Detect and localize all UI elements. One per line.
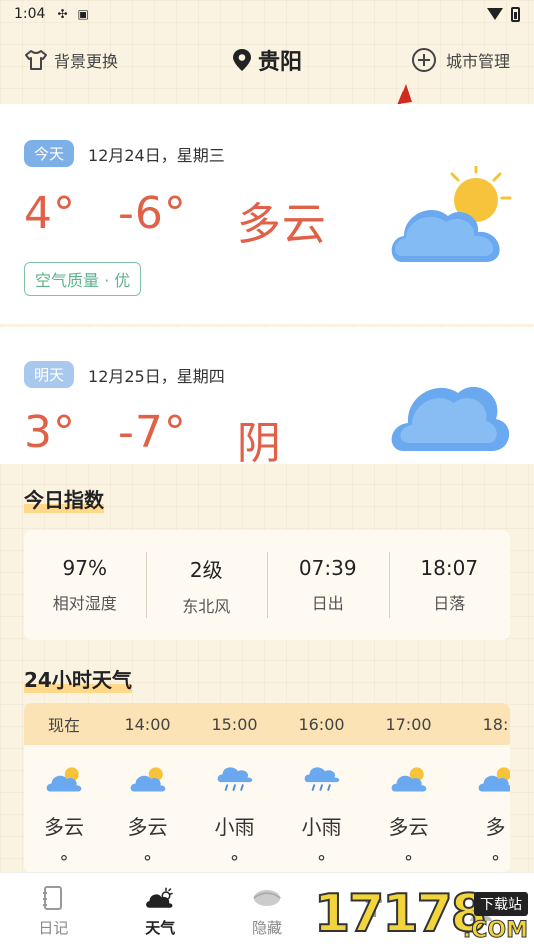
city-manage-label: 城市管理 bbox=[445, 52, 510, 71]
tomorrow-low-temp: -7° bbox=[118, 407, 187, 458]
hour-time: 17:00 bbox=[385, 714, 432, 734]
partly-cloudy-icon bbox=[391, 767, 426, 792]
today-forecast-card[interactable]: 今天 12月24日，星期三 4° -6° 多云 空气质量 · 优 bbox=[0, 104, 534, 324]
partly-cloudy-icon bbox=[130, 767, 165, 792]
rain-icon bbox=[217, 767, 252, 791]
index-value: 97% bbox=[62, 556, 107, 580]
rain-icon bbox=[304, 767, 339, 791]
hour-item: 多云 ° bbox=[365, 745, 452, 873]
hourly-forecast-scroller[interactable]: 现在 14:00 15:00 16:00 17:00 18: 多云 ° 多云 °… bbox=[24, 703, 510, 873]
hour-temp: ° bbox=[491, 852, 500, 873]
index-label: 日落 bbox=[433, 594, 466, 613]
index-value: 18:07 bbox=[420, 556, 479, 580]
index-humidity: 97% 相对湿度 bbox=[24, 530, 146, 640]
hour-condition: 多云 bbox=[388, 815, 429, 839]
hourly-time-row: 现在 14:00 15:00 16:00 17:00 18: bbox=[24, 703, 510, 745]
tab-hidden-label: 隐藏 bbox=[251, 919, 282, 937]
index-value: 2级 bbox=[189, 557, 223, 582]
today-high-temp: 4° bbox=[24, 188, 76, 239]
notification-icon: ✣ bbox=[57, 7, 68, 21]
eye-icon bbox=[253, 890, 281, 906]
hour-condition: 多云 bbox=[44, 815, 84, 839]
site-watermark: 17178 下载站 .COM bbox=[304, 880, 534, 950]
hourly-detail-row: 多云 ° 多云 ° 小雨 ° 小雨 ° 多云 ° 多 ° bbox=[24, 745, 510, 873]
indices-title: 今日指数 bbox=[24, 488, 104, 513]
partly-cloudy-icon bbox=[478, 767, 510, 792]
add-circle-icon bbox=[411, 48, 436, 72]
background-change-button[interactable]: 背景更换 bbox=[24, 48, 118, 72]
city-name[interactable]: 贵阳 bbox=[258, 44, 302, 76]
hour-time: 14:00 bbox=[124, 714, 171, 734]
hour-temp: ° bbox=[143, 852, 152, 873]
today-condition: 多云 bbox=[236, 199, 327, 250]
index-sunset: 18:07 日落 bbox=[388, 530, 511, 640]
tomorrow-condition: 阴 bbox=[236, 418, 282, 464]
hour-item: 小雨 ° bbox=[191, 745, 278, 873]
index-sunrise: 07:39 日出 bbox=[267, 530, 389, 640]
today-badge: 今天 bbox=[24, 140, 75, 167]
tab-diary[interactable]: 日记 bbox=[0, 873, 107, 950]
shirt-icon bbox=[25, 50, 47, 70]
watermark-suffix: .COM bbox=[462, 918, 528, 944]
index-value: 07:39 bbox=[298, 556, 357, 580]
hour-condition: 小雨 bbox=[301, 815, 342, 839]
tomorrow-forecast-card[interactable]: 明天 12月25日，星期四 3° -7° 阴 bbox=[0, 327, 534, 464]
today-date: 12月24日，星期三 bbox=[88, 145, 225, 165]
hour-condition: 多云 bbox=[127, 815, 168, 839]
wifi-icon bbox=[487, 8, 503, 20]
hour-time: 15:00 bbox=[211, 714, 258, 734]
notebook-icon bbox=[43, 886, 63, 910]
partly-cloudy-icon bbox=[391, 166, 512, 262]
today-low-temp: -6° bbox=[118, 188, 187, 239]
watermark-number: 17178 bbox=[313, 883, 488, 945]
index-label: 东北风 bbox=[182, 596, 231, 616]
tomorrow-high-temp: 3° bbox=[24, 407, 76, 458]
app-notification-icon: ▣ bbox=[77, 7, 89, 21]
hour-item: 多云 ° bbox=[104, 745, 191, 873]
hourly-title: 24小时天气 bbox=[24, 668, 132, 693]
watermark-badge: 下载站 bbox=[474, 892, 528, 916]
status-time: 1:04 bbox=[14, 6, 46, 22]
status-bar: 1:04 ✣ ▣ bbox=[0, 0, 534, 28]
hour-time: 现在 bbox=[47, 716, 80, 735]
tomorrow-date: 12月25日，星期四 bbox=[88, 366, 225, 386]
tab-weather[interactable]: 天气 bbox=[107, 873, 214, 950]
weather-icon bbox=[146, 887, 173, 908]
hour-condition: 多 bbox=[485, 815, 506, 839]
battery-icon bbox=[511, 6, 520, 22]
hour-temp: ° bbox=[404, 852, 413, 873]
tab-weather-label: 天气 bbox=[145, 919, 176, 937]
hour-item: 多云 ° bbox=[24, 745, 104, 873]
index-label: 相对湿度 bbox=[52, 594, 117, 613]
background-change-label: 背景更换 bbox=[54, 52, 119, 71]
hour-temp: ° bbox=[230, 852, 239, 873]
index-wind: 2级 东北风 bbox=[145, 530, 268, 640]
tomorrow-badge: 明天 bbox=[24, 361, 75, 388]
partly-cloudy-icon bbox=[46, 767, 82, 792]
indices-card: 97% 相对湿度 2级 东北风 07:39 日出 18:07 日落 bbox=[24, 530, 510, 640]
hour-time: 16:00 bbox=[298, 714, 345, 734]
app-header: 背景更换 贵阳 城市管理 bbox=[0, 36, 534, 84]
cloudy-icon bbox=[391, 386, 510, 451]
tab-diary-label: 日记 bbox=[38, 919, 69, 937]
hour-item: 多 ° bbox=[452, 745, 510, 873]
hour-temp: ° bbox=[59, 852, 69, 873]
city-manage-button[interactable]: 城市管理 bbox=[411, 48, 510, 72]
air-quality-badge: 空气质量 · 优 bbox=[24, 262, 142, 296]
hour-temp: ° bbox=[317, 852, 326, 873]
index-label: 日出 bbox=[311, 594, 344, 613]
location-pin-icon bbox=[232, 49, 251, 71]
hour-time: 18: bbox=[482, 714, 509, 734]
hour-condition: 小雨 bbox=[214, 815, 255, 839]
hour-item: 小雨 ° bbox=[278, 745, 365, 873]
